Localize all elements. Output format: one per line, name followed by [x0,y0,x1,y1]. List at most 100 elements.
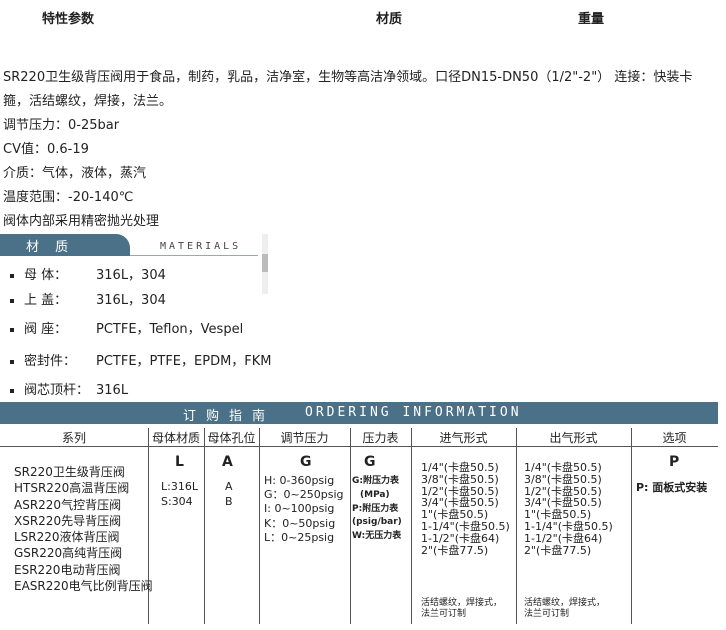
col-header-outlet: 出气形式 [549,431,598,445]
desc-line: SR220卫生级背压阀用于食品，制药，乳品，洁净室，生物等高洁净领域。口径DN1… [3,70,693,85]
material-label: 阀芯顶杆： [24,383,90,398]
gauge-item: (psig/bar) [352,517,402,528]
gauge-item: (MPa) [360,489,390,500]
inlet-item: 1-1/2"(卡盘64) [421,531,500,545]
body-port-code: A [222,454,233,470]
inlet-item: 1-1/4"(卡盘50.5) [421,519,510,533]
material-item: 阀 座： PCTFE，Teflon，Vespel [10,318,243,337]
material-value: 316L，304 [96,268,166,283]
table-divider [259,428,260,624]
ordering-header: 订购指南 ORDERING INFORMATION [0,402,718,424]
table-divider [411,428,412,624]
scrollbar[interactable] [262,234,268,294]
gauge-item: G:附压力表 [352,476,399,486]
desc-line: 介质：气体，液体，蒸汽 [3,166,147,181]
series-item: ESR220电动背压阀 [14,562,121,577]
table-divider [204,428,205,624]
outlet-note-line: 活结螺纹，焊接式， [524,598,606,608]
material-item: 母 体： 316L，304 [10,264,166,283]
body-material-item: S:304 [161,495,193,508]
tab-material[interactable]: 材质 [376,8,402,27]
material-value: PCTFE，PTFE，EPDM，FKM [96,354,272,369]
inlet-list: 1/4"(卡盘50.5) 3/8"(卡盘50.5) 1/2"(卡盘50.5) 3… [421,462,510,556]
series-item: ASR220气控背压阀 [14,497,122,512]
bullet-icon [10,359,14,364]
series-list: SR220卫生级背压阀 HTSR220高温背压阀 ASR220气控背压阀 XSR… [14,464,153,594]
body-material-code: L [175,454,184,470]
series-item: HTSR220高温背压阀 [14,481,130,496]
body-material-list: L:316L S:304 [161,479,198,509]
pressure-item: K：0~50psig [264,516,336,530]
col-header-series: 系列 [61,431,86,445]
material-item: 上 盖： 316L，304 [10,289,166,308]
table-divider [0,446,718,447]
outlet-note: 活结螺纹，焊接式， 法兰可订制 [524,598,605,620]
material-label: 上 盖： [24,293,68,308]
material-item: 阀芯顶杆： 316L [10,379,128,398]
series-item: SR220卫生级背压阀 [14,465,125,479]
inlet-note: 活结螺纹，焊接式， 法兰可订制 [421,598,502,620]
ordering-table: 系列 母体材质 母体孔位 调节压力 压力表 进气形式 出气形式 选项 SR220… [0,424,718,626]
desc-line: 温度范围：-20-140℃ [3,190,134,205]
body-port-list: A B [225,479,233,509]
gauge-code: G [364,454,376,470]
col-header-gauge: 压力表 [362,431,399,445]
table-divider [350,428,351,624]
col-header-body-port: 母体孔位 [207,431,256,445]
inlet-note-line: 活结螺纹，焊接式， [421,598,503,608]
table-divider [631,428,632,624]
gauge-item: P:附压力表 [352,503,399,514]
pressure-item: H: 0-360psig [264,474,335,487]
divider [130,255,258,256]
body-port-item: A [225,480,233,493]
option-item: P: 面板式安装 [636,481,708,494]
outlet-item: 1-1/2"(卡盘64) [524,531,603,545]
tab-characteristics[interactable]: 特性参数 [42,8,94,27]
ordering-title-cn: 订购指南 [183,409,276,424]
outlet-item: 1-1/4"(卡盘50.5) [524,519,613,533]
bullet-icon [10,327,14,332]
material-label: 母 体： [24,268,68,283]
body-material-item: L:316L [161,480,198,493]
material-item: 密封件： PCTFE，PTFE，EPDM，FKM [10,350,272,369]
scrollbar-thumb[interactable] [262,254,268,272]
desc-line: 调节压力：0-25bar [3,118,120,133]
series-item: EASR220电气比例背压阀 [14,579,153,594]
table-divider [516,428,517,624]
inlet-item: 2"(卡盘77.5) [421,543,489,557]
bullet-icon [10,298,14,303]
material-value: PCTFE，Teflon，Vespel [96,322,244,337]
bullet-icon [10,388,14,393]
outlet-note-line: 法兰可订制 [524,609,570,619]
series-item: LSR220液体背压阀 [14,530,120,545]
materials-title: 材 质 [26,240,75,255]
series-item: GSR220高纯背压阀 [14,546,123,561]
ordering-title-en: ORDERING INFORMATION [305,405,522,420]
col-header-pressure: 调节压力 [280,431,329,445]
outlet-list: 1/4"(卡盘50.5) 3/8"(卡盘50.5) 1/2"(卡盘50.5) 3… [524,462,613,556]
desc-line: CV值：0.6-19 [3,142,89,157]
material-label: 密封件： [24,354,77,369]
series-item: XSR220先导背压阀 [14,513,122,528]
material-value: 316L [96,383,129,398]
outlet-item: 2"(卡盘77.5) [524,543,592,557]
col-header-body-material: 母体材质 [151,431,200,445]
inlet-note-line: 法兰可订制 [421,609,467,619]
pressure-item: G：0~250psig [264,488,344,502]
material-label: 阀 座： [24,322,68,337]
col-header-inlet: 进气形式 [439,431,488,445]
outlet-item: 3/8"(卡盘50.5) [524,472,602,486]
product-description: SR220卫生级背压阀用于食品，制药，乳品，洁净室，生物等高洁净领域。口径DN1… [3,66,725,234]
desc-line: 箍，活结螺纹，焊接，法兰。 [3,94,173,109]
pressure-code: G [300,454,312,470]
option-code: P [669,454,680,470]
bullet-icon [10,273,14,278]
materials-title-en: MATERIALS [160,241,242,252]
inlet-item: 3/8"(卡盘50.5) [421,472,499,486]
material-value: 316L，304 [96,293,166,308]
tab-weight[interactable]: 重量 [578,8,604,27]
tab-bar: 特性参数 材质 重量 [0,0,726,34]
pressure-list: H: 0-360psig G：0~250psig I: 0~100psig K：… [264,474,344,545]
desc-line: 阀体内部采用精密抛光处理 [3,214,160,229]
gauge-item: W:无压力表 [352,531,402,542]
